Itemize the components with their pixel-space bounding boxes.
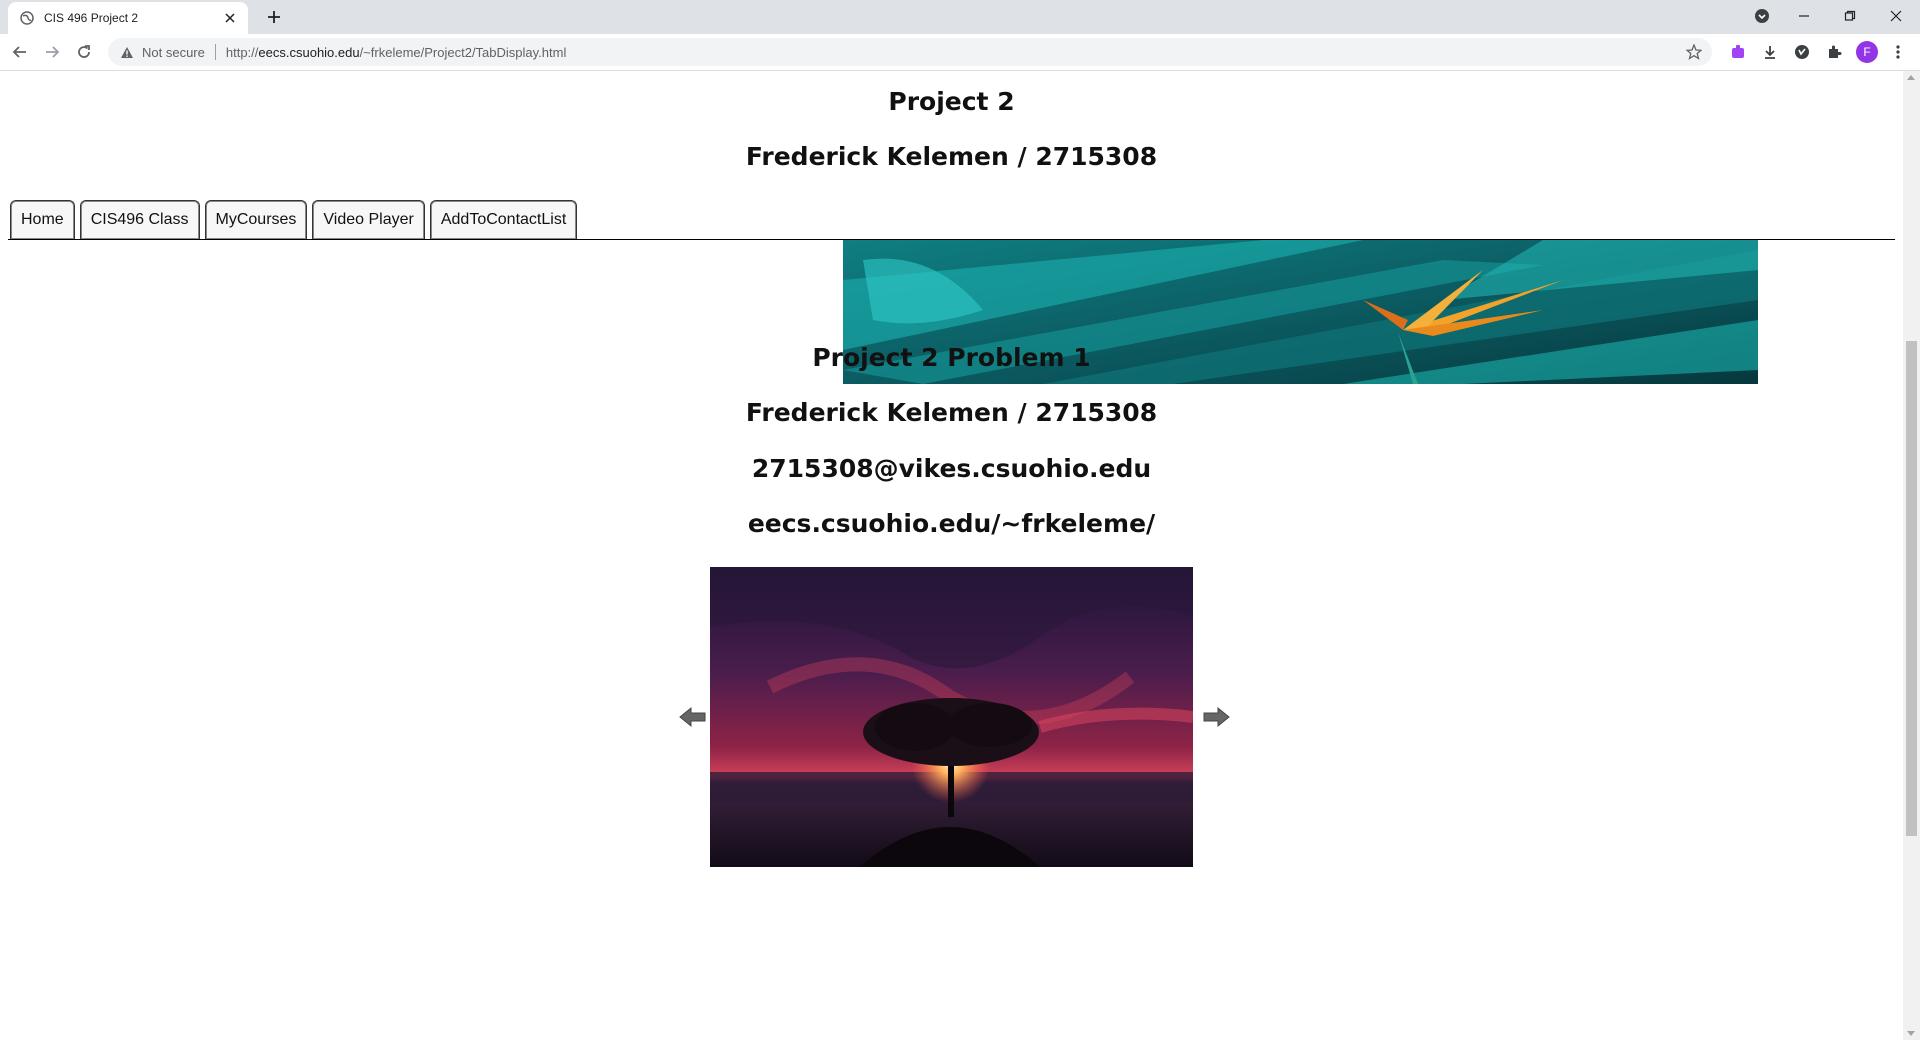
email-address: 2715308@vikes.csuohio.edu bbox=[751, 454, 1152, 483]
security-label[interactable]: Not secure bbox=[142, 45, 205, 60]
browser-toolbar: Not secure http://eecs.csuohio.edu/~frke… bbox=[0, 34, 1920, 71]
reload-button[interactable] bbox=[72, 40, 96, 64]
forward-button[interactable] bbox=[40, 40, 64, 64]
minimize-button[interactable] bbox=[1782, 0, 1826, 32]
minimize-icon bbox=[1799, 15, 1809, 17]
arrow-left-icon bbox=[12, 46, 26, 58]
author-line: Frederick Kelemen / 2715308 bbox=[745, 142, 1158, 171]
page-title: Project 2 bbox=[888, 87, 1015, 116]
tab-add-to-contact-list[interactable]: AddToContactList bbox=[429, 200, 578, 239]
vertical-scrollbar[interactable] bbox=[1903, 71, 1920, 1040]
tab-cis496-class[interactable]: CIS496 Class bbox=[79, 200, 200, 239]
tab-navigation: Home CIS496 Class MyCourses Video Player… bbox=[10, 200, 578, 240]
restore-button[interactable] bbox=[1828, 0, 1872, 32]
extension-circle-icon[interactable] bbox=[1792, 42, 1812, 62]
reload-icon bbox=[78, 45, 90, 58]
page-viewport: Project 2 Frederick Kelemen / 2715308 Ho… bbox=[0, 71, 1903, 1040]
scroll-down-arrow[interactable] bbox=[1907, 1031, 1915, 1036]
tab-video-player[interactable]: Video Player bbox=[312, 200, 425, 239]
tab-search-button[interactable] bbox=[1740, 0, 1784, 32]
close-tab-icon[interactable] bbox=[222, 10, 238, 26]
browser-tab[interactable]: CIS 496 Project 2 bbox=[8, 2, 248, 34]
close-window-button[interactable] bbox=[1874, 0, 1918, 32]
warning-icon[interactable] bbox=[120, 45, 134, 59]
arrow-right-icon bbox=[46, 46, 60, 58]
problem-title: Project 2 Problem 1 bbox=[812, 343, 1091, 372]
address-bar[interactable]: Not secure http://eecs.csuohio.edu/~frke… bbox=[108, 38, 1712, 66]
chevron-down-circle-icon bbox=[1755, 9, 1769, 23]
problem-author: Frederick Kelemen / 2715308 bbox=[745, 398, 1158, 427]
tab-mycourses[interactable]: MyCourses bbox=[204, 200, 308, 239]
website-url: eecs.csuohio.edu/~frkeleme/ bbox=[747, 509, 1156, 538]
slideshow-image bbox=[710, 567, 1193, 867]
scroll-up-arrow[interactable] bbox=[1907, 75, 1915, 80]
next-arrow-icon[interactable] bbox=[1201, 705, 1231, 729]
back-button[interactable] bbox=[8, 40, 32, 64]
previous-arrow-icon[interactable] bbox=[678, 705, 708, 729]
globe-icon bbox=[20, 11, 34, 25]
profile-avatar[interactable]: F bbox=[1856, 41, 1878, 63]
tab-home[interactable]: Home bbox=[10, 200, 75, 239]
bookmark-star-icon[interactable] bbox=[1686, 44, 1702, 60]
extensions-puzzle-icon[interactable] bbox=[1824, 42, 1844, 62]
divider bbox=[214, 44, 216, 60]
download-icon[interactable] bbox=[1760, 42, 1780, 62]
extension-puzzle-purple-icon[interactable] bbox=[1728, 42, 1748, 62]
menu-kebab-icon[interactable] bbox=[1888, 42, 1908, 62]
url-text[interactable]: http://eecs.csuohio.edu/~frkeleme/Projec… bbox=[226, 45, 566, 60]
tab-strip: CIS 496 Project 2 bbox=[0, 0, 1920, 34]
plus-icon bbox=[268, 11, 280, 23]
restore-icon bbox=[1844, 10, 1856, 21]
new-tab-button[interactable] bbox=[262, 6, 286, 28]
tab-title: CIS 496 Project 2 bbox=[44, 11, 139, 25]
scrollbar-thumb[interactable] bbox=[1906, 341, 1917, 836]
close-icon bbox=[1890, 10, 1902, 22]
